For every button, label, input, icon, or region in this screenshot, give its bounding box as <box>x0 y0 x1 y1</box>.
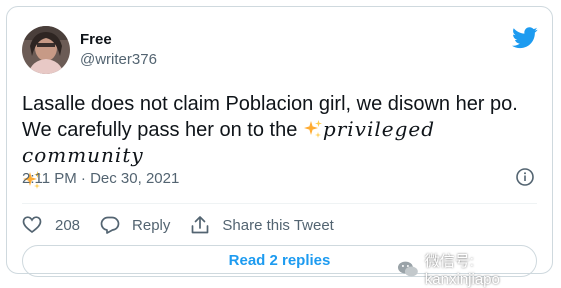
watermark: 微信号: kanxinjiapo <box>397 250 552 288</box>
reply-icon <box>100 216 120 234</box>
author-handle[interactable]: @writer376 <box>80 51 157 68</box>
share-label: Share this Tweet <box>222 216 334 234</box>
reply-label: Reply <box>132 216 171 234</box>
heart-icon <box>22 216 42 234</box>
reply-button[interactable]: Reply <box>100 215 170 235</box>
wechat-icon <box>397 261 418 277</box>
twitter-bird-icon[interactable] <box>512 27 538 49</box>
tweet-text-plain: We carefully pass her on to the <box>22 119 303 141</box>
info-icon[interactable] <box>516 168 534 186</box>
tweet-text-line-2: We carefully pass her on to the privileg… <box>22 117 542 169</box>
divider <box>22 203 537 204</box>
like-count: 208 <box>55 216 81 234</box>
share-icon <box>192 216 209 234</box>
tweet-timestamp[interactable]: 2:11 PM · Dec 30, 2021 <box>22 170 179 187</box>
tweet-card: Free @writer376 Lasalle does not claim P… <box>6 6 553 288</box>
author-name[interactable]: Free <box>80 31 112 48</box>
like-button[interactable]: 208 <box>22 215 80 235</box>
share-button[interactable]: Share this Tweet <box>190 215 334 235</box>
watermark-text: 微信号: kanxinjiapo <box>424 253 500 288</box>
avatar[interactable] <box>22 26 70 74</box>
action-bar: 208 Reply Share this Tweet <box>22 215 354 235</box>
tweet-text-line-1: Lasalle does not claim Poblacion girl, w… <box>22 93 518 115</box>
sparkles-icon <box>303 119 323 139</box>
